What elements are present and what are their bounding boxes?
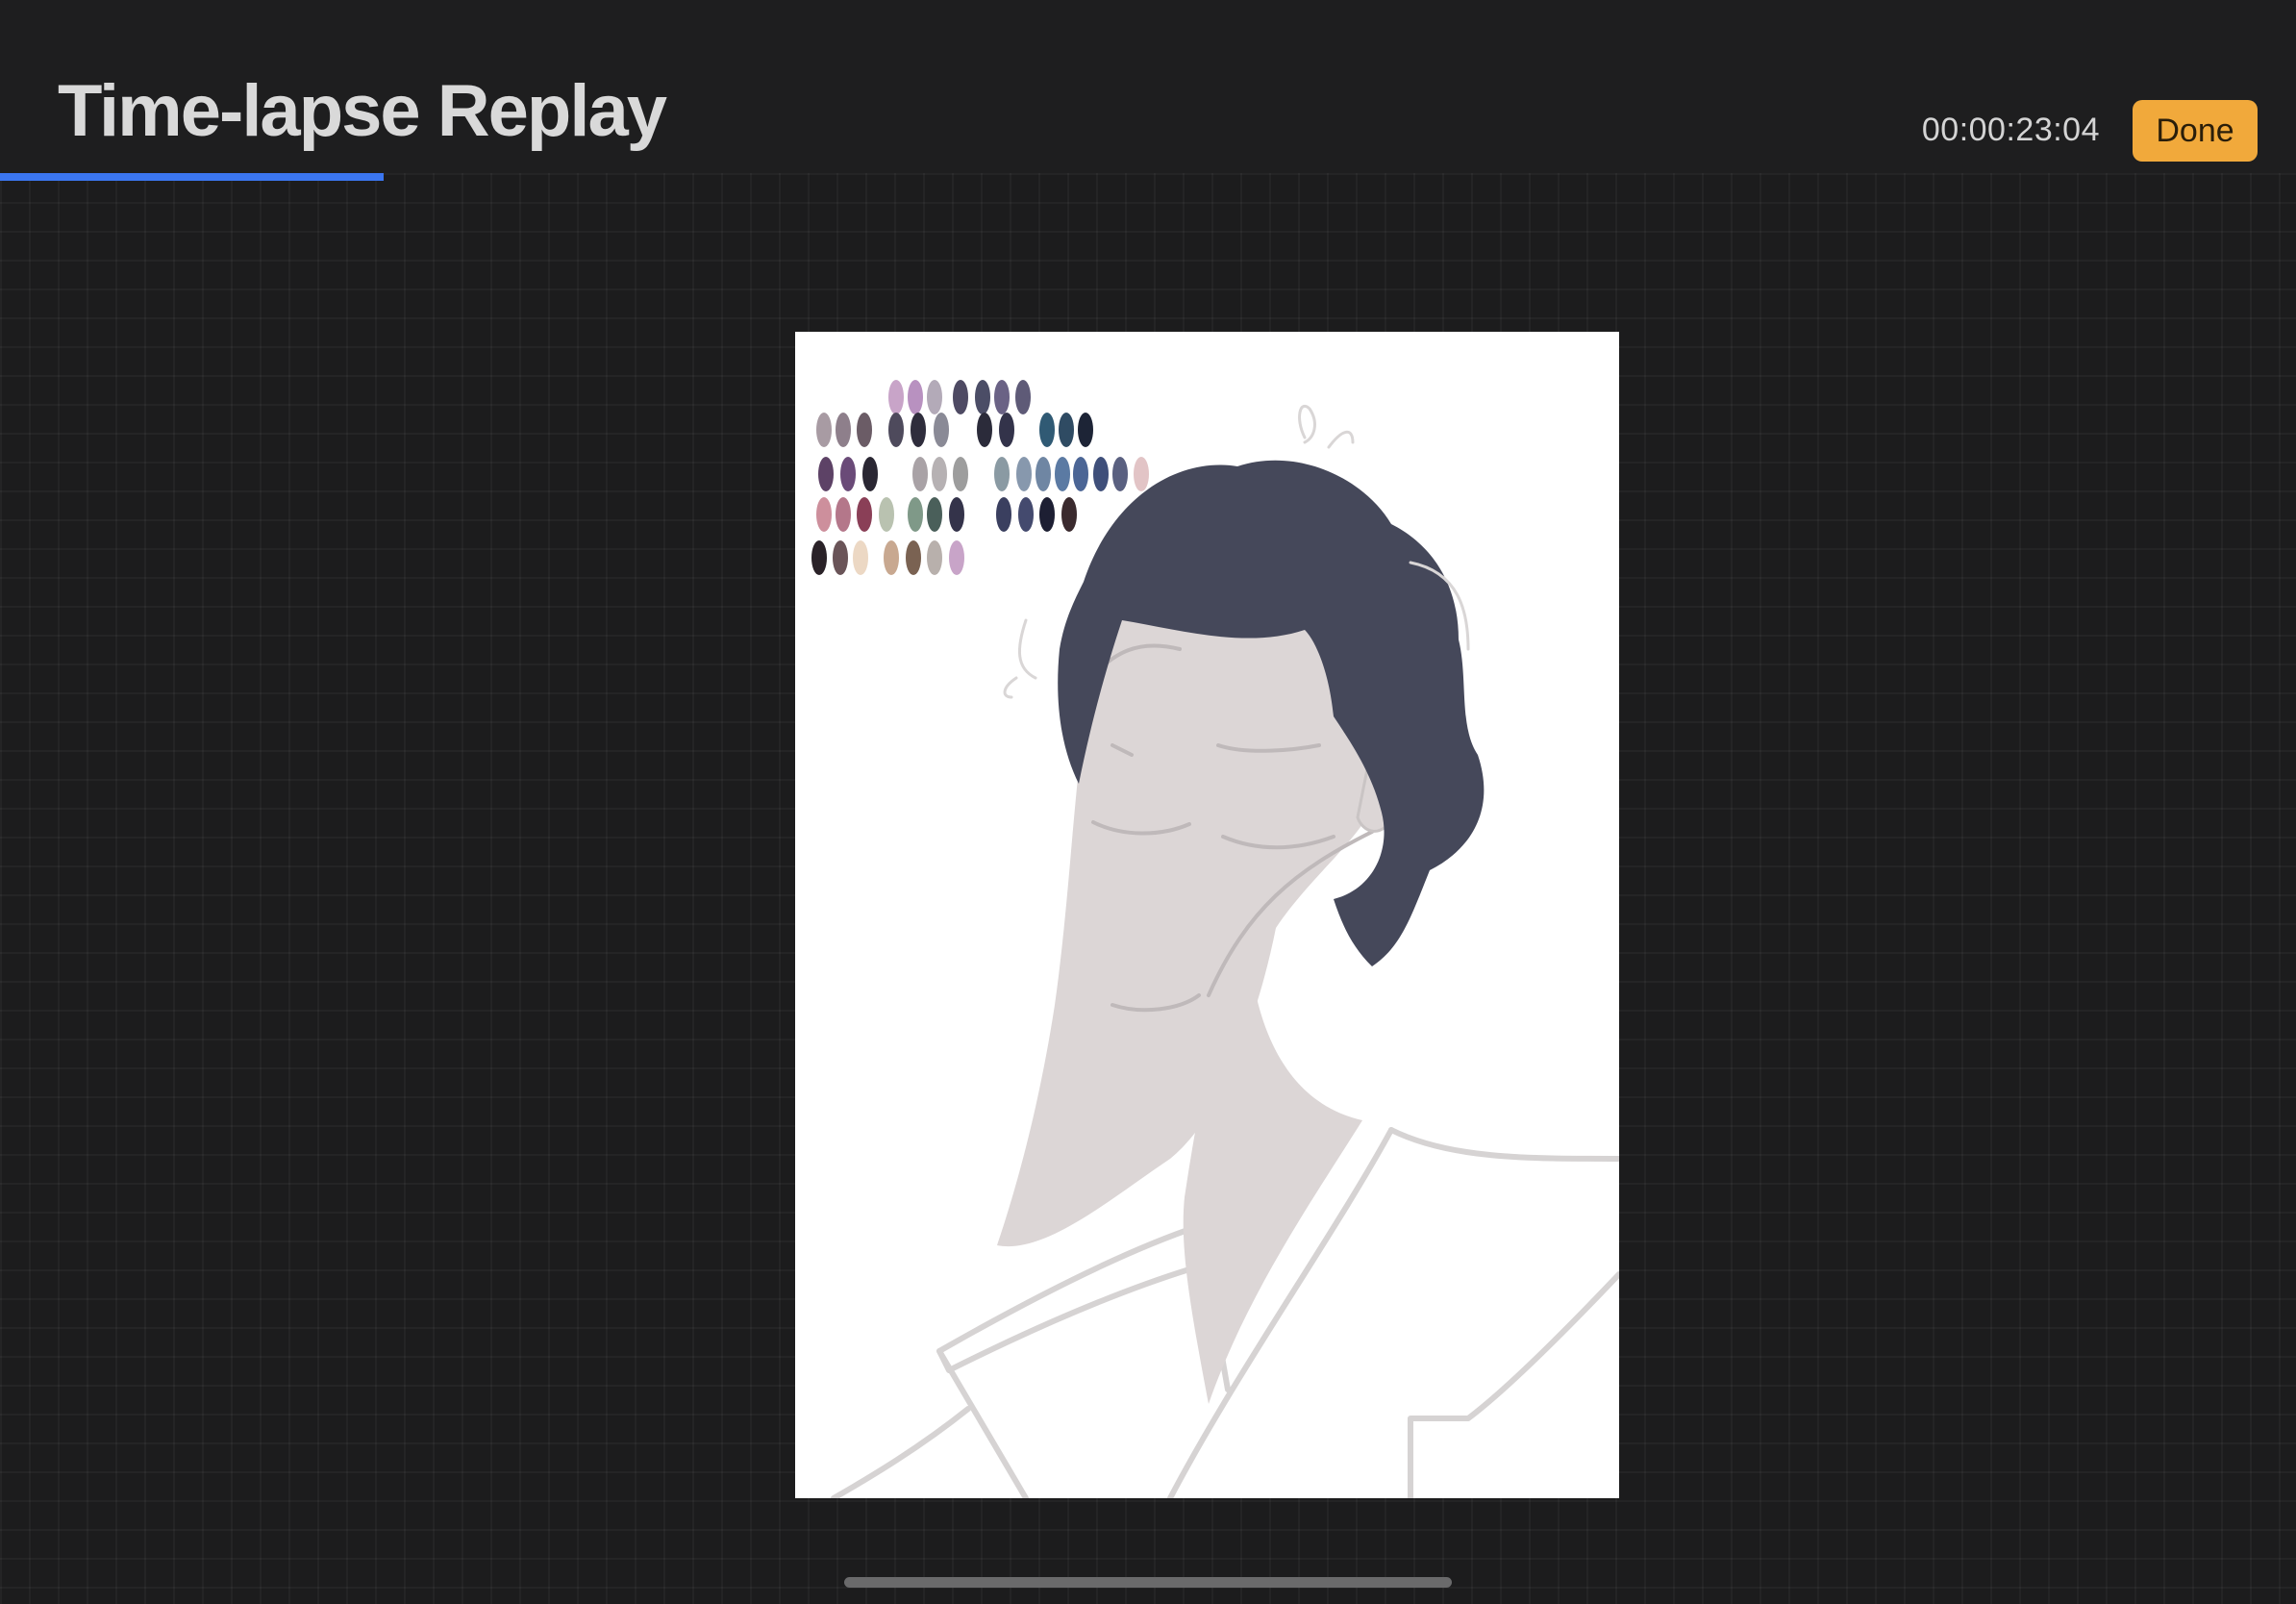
color-swatch bbox=[994, 457, 1010, 491]
color-swatch bbox=[1039, 413, 1055, 447]
timecode-readout: 00:00:23:04 bbox=[1921, 112, 2100, 148]
color-swatch bbox=[833, 540, 848, 575]
color-swatch bbox=[884, 540, 899, 575]
color-swatch bbox=[912, 457, 928, 491]
color-swatch bbox=[906, 540, 921, 575]
color-swatch bbox=[908, 380, 923, 414]
color-swatch bbox=[996, 497, 1011, 532]
timelapse-replay-screen: Time-lapse Replay 00:00:23:04 Done bbox=[0, 0, 2296, 1604]
top-bar: Time-lapse Replay 00:00:23:04 Done bbox=[0, 0, 2296, 173]
color-swatch bbox=[911, 413, 926, 447]
color-swatch-cluster bbox=[811, 380, 1149, 575]
color-swatch bbox=[1039, 497, 1055, 532]
color-swatch bbox=[1112, 457, 1128, 491]
color-swatch bbox=[1015, 380, 1031, 414]
done-button[interactable]: Done bbox=[2133, 100, 2258, 162]
color-swatch bbox=[994, 380, 1010, 414]
color-swatch bbox=[816, 497, 832, 532]
home-indicator[interactable] bbox=[844, 1577, 1452, 1588]
color-swatch bbox=[857, 497, 872, 532]
color-swatch bbox=[840, 457, 856, 491]
color-swatch bbox=[949, 540, 964, 575]
color-swatch bbox=[888, 413, 904, 447]
color-swatch bbox=[1055, 457, 1070, 491]
color-swatch bbox=[975, 380, 990, 414]
color-swatch bbox=[1036, 457, 1051, 491]
color-swatch bbox=[1059, 413, 1074, 447]
artwork-drawing bbox=[811, 380, 1619, 1498]
color-swatch bbox=[811, 540, 827, 575]
color-swatch bbox=[1018, 497, 1034, 532]
color-swatch bbox=[1093, 457, 1109, 491]
color-swatch bbox=[927, 497, 942, 532]
color-swatch bbox=[927, 380, 942, 414]
playback-progress-fill bbox=[0, 173, 384, 181]
color-swatch bbox=[836, 497, 851, 532]
color-swatch bbox=[816, 413, 832, 447]
color-swatch bbox=[953, 457, 968, 491]
color-swatch bbox=[1078, 413, 1093, 447]
color-swatch bbox=[862, 457, 878, 491]
color-swatch bbox=[927, 540, 942, 575]
page-title: Time-lapse Replay bbox=[58, 70, 667, 152]
color-swatch bbox=[953, 380, 968, 414]
color-swatch bbox=[879, 497, 894, 532]
color-swatch bbox=[836, 413, 851, 447]
color-swatch bbox=[977, 413, 992, 447]
color-swatch bbox=[932, 457, 947, 491]
color-swatch bbox=[818, 457, 834, 491]
color-swatch bbox=[888, 380, 904, 414]
color-swatch bbox=[853, 540, 868, 575]
color-swatch bbox=[1073, 457, 1088, 491]
color-swatch bbox=[999, 413, 1014, 447]
artwork-canvas[interactable] bbox=[795, 332, 1619, 1498]
color-swatch bbox=[1134, 457, 1149, 491]
color-swatch bbox=[908, 497, 923, 532]
playback-scrubber[interactable] bbox=[0, 173, 2296, 181]
color-swatch bbox=[857, 413, 872, 447]
color-swatch bbox=[949, 497, 964, 532]
color-swatch bbox=[1061, 497, 1077, 532]
color-swatch bbox=[934, 413, 949, 447]
color-swatch bbox=[1016, 457, 1032, 491]
